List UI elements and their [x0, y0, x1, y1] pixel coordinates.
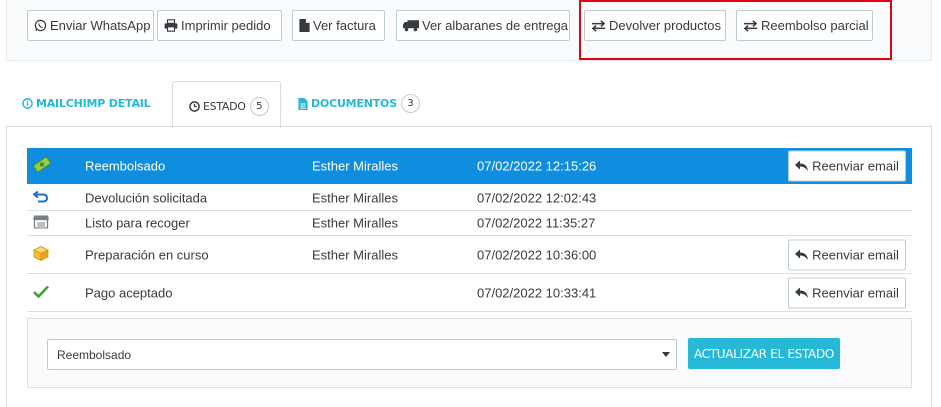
table-row: Pago aceptado 07/02/2022 10:33:41 Reenvi… [27, 274, 912, 312]
row-status: Reembolsado [85, 158, 166, 174]
print-icon [164, 19, 178, 32]
tab-documentos[interactable]: Documentos 3 [298, 94, 420, 113]
highlight-box [579, 0, 892, 60]
order-status-select[interactable]: Reembolsado [47, 339, 677, 370]
row-date: 07/02/2022 10:33:41 [477, 285, 597, 300]
reply-icon [795, 249, 809, 260]
document-icon [298, 97, 308, 110]
tab-documentos-count-badge: 3 [400, 94, 420, 113]
order-status-selected: Reembolsado [57, 347, 132, 362]
caret-down-icon [662, 352, 670, 357]
return-arrow-icon [32, 190, 49, 205]
row-status: Devolución solicitada [85, 190, 208, 205]
row-status: Pago aceptado [85, 285, 173, 300]
send-whatsapp-label: Enviar WhatsApp [50, 18, 151, 33]
row-date: 07/02/2022 10:36:00 [477, 247, 597, 262]
resend-email-button[interactable]: Reenviar email [788, 277, 906, 308]
resend-email-label: Reenviar email [812, 285, 899, 300]
resend-email-button[interactable]: Reenviar email [788, 239, 906, 270]
tab-mailchimp-detail-label: Mailchimp Detail [36, 97, 151, 110]
row-status: Preparación en curso [85, 247, 209, 262]
update-status-form: Reembolsado Actualizar el estado [27, 318, 912, 388]
print-order-button[interactable]: Imprimir pedido [157, 10, 282, 41]
table-row: Preparación en curso Esther Miralles 07/… [27, 236, 912, 274]
resend-email-label: Reenviar email [812, 247, 899, 262]
table-row: Devolución solicitada Esther Miralles 07… [27, 185, 912, 211]
table-row: Listo para recoger Esther Miralles 07/02… [27, 211, 912, 236]
view-delivery-slips-button[interactable]: Ver albaranes de entrega [396, 10, 570, 41]
row-user: Esther Miralles [312, 158, 398, 174]
send-whatsapp-button[interactable]: Enviar WhatsApp [27, 10, 154, 41]
info-circle-icon [22, 98, 33, 109]
view-invoice-button[interactable]: Ver factura [292, 10, 385, 41]
file-icon [299, 19, 310, 32]
store-icon [33, 215, 49, 232]
row-user: Esther Miralles [312, 215, 398, 231]
tab-estado-label-group: Estado 5 [189, 97, 269, 116]
tab-mailchimp-detail[interactable]: Mailchimp Detail [22, 97, 151, 110]
update-status-button[interactable]: Actualizar el estado [688, 338, 840, 369]
row-date: 07/02/2022 11:35:27 [477, 215, 596, 231]
clock-icon [189, 101, 200, 112]
tab-documentos-label: Documentos [311, 97, 397, 110]
view-delivery-slips-label: Ver albaranes de entrega [422, 18, 568, 33]
row-date: 07/02/2022 12:15:26 [477, 158, 597, 174]
money-icon [32, 155, 52, 176]
whatsapp-icon [34, 19, 47, 32]
reply-icon [795, 287, 809, 298]
resend-email-label: Reenviar email [812, 158, 899, 174]
row-date: 07/02/2022 12:02:43 [477, 190, 597, 205]
resend-email-button[interactable]: Reenviar email [788, 150, 906, 182]
truck-icon [403, 19, 419, 32]
row-user: Esther Miralles [312, 247, 398, 262]
row-status: Listo para recoger [85, 215, 190, 231]
tab-estado-count-badge: 5 [249, 97, 269, 116]
print-order-label: Imprimir pedido [181, 18, 271, 33]
box-icon [33, 245, 49, 264]
view-invoice-label: Ver factura [313, 18, 376, 33]
reply-icon [795, 160, 809, 172]
table-row: Reembolsado Esther Miralles 07/02/2022 1… [27, 148, 912, 184]
tab-estado-label: Estado [203, 100, 246, 113]
check-icon [33, 285, 49, 301]
row-user: Esther Miralles [312, 190, 398, 205]
